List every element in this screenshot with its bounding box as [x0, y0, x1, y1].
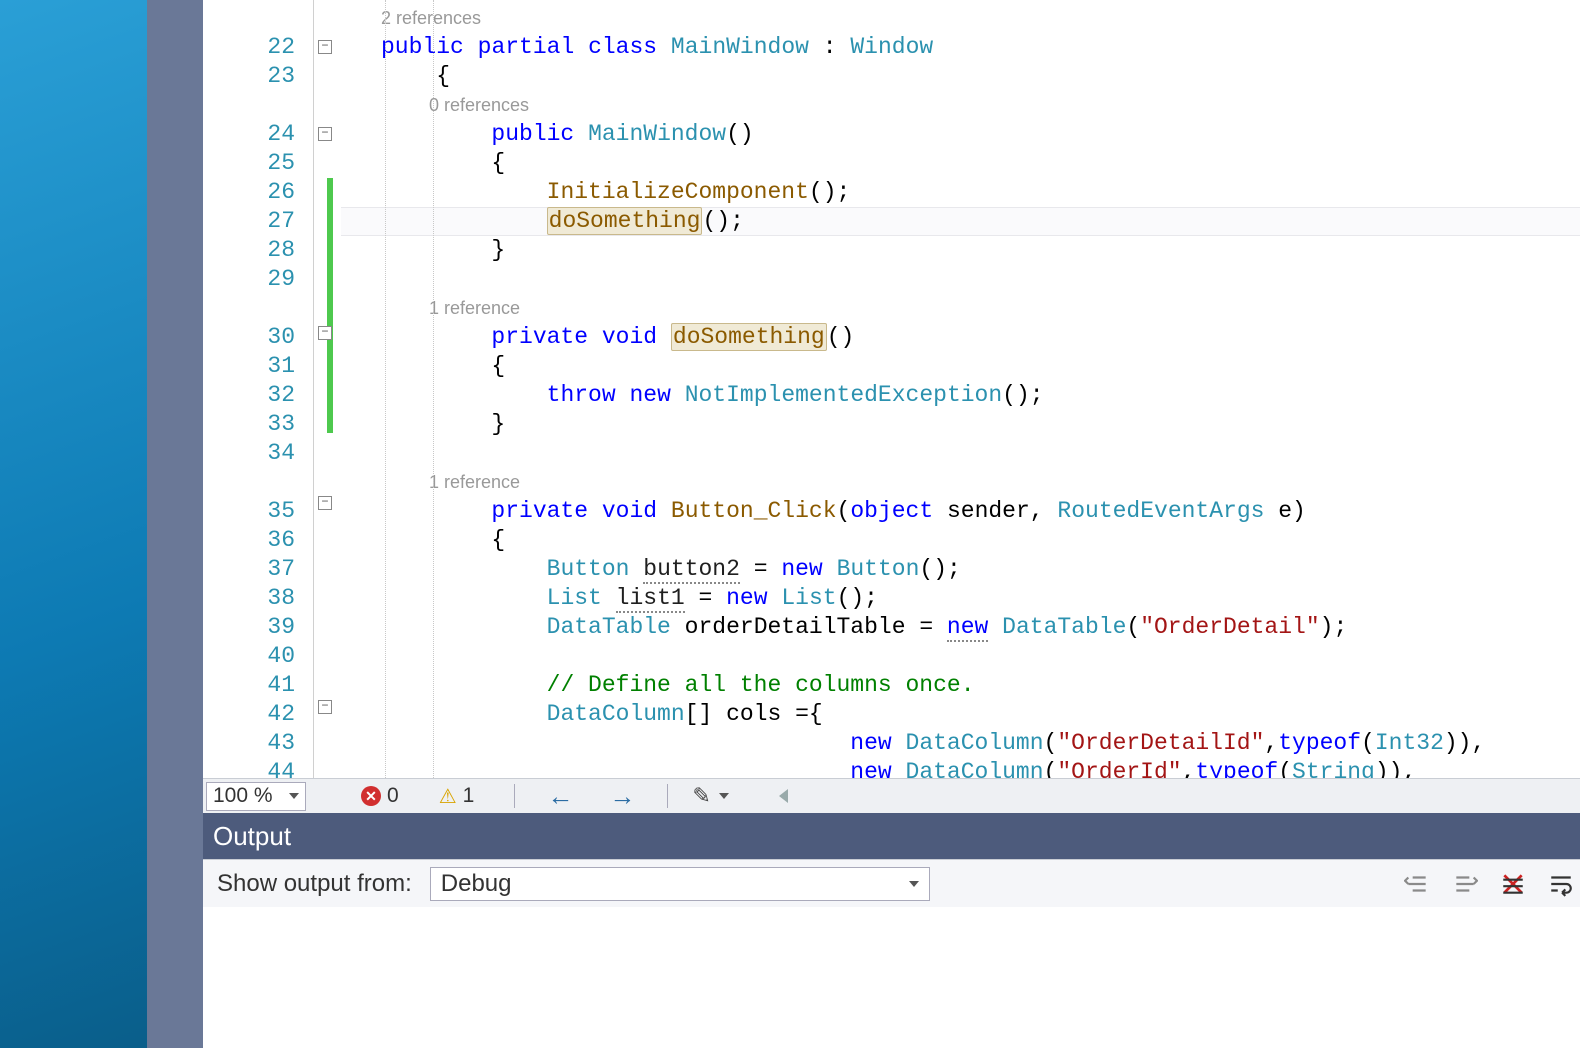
- output-source-label: Show output from:: [217, 870, 412, 898]
- zoom-value: 100 %: [213, 784, 273, 808]
- zoom-combo[interactable]: 100 %: [206, 782, 306, 811]
- nav-forward-button[interactable]: →: [609, 781, 635, 812]
- output-panel-header[interactable]: Output: [203, 813, 1580, 859]
- fold-toggle[interactable]: −: [318, 496, 332, 510]
- codelens-references[interactable]: 1 reference: [341, 294, 1580, 323]
- output-title: Output: [213, 821, 291, 852]
- window-border: [147, 0, 203, 1048]
- chevron-down-icon: [289, 793, 299, 799]
- line-number-gutter: 22 23 24 25 26 27 28 29 30 31 32 33 34 3…: [203, 0, 313, 778]
- chevron-down-icon[interactable]: [719, 793, 729, 799]
- outlining-margin[interactable]: − − − − −: [313, 0, 341, 778]
- scroll-left-icon[interactable]: [779, 789, 788, 803]
- codelens-references[interactable]: 2 references: [341, 4, 1580, 33]
- code-line: public partial class MainWindow : Window: [341, 33, 1580, 62]
- output-toolbar: Show output from: Debug: [203, 859, 1580, 907]
- editor-status-bar: 100 % ✕ 0 ⚠ 1 ← → ✎: [203, 778, 1580, 813]
- output-source-value: Debug: [441, 870, 512, 898]
- clear-all-icon[interactable]: [1494, 867, 1532, 901]
- word-wrap-icon[interactable]: [1542, 867, 1580, 901]
- fold-toggle[interactable]: −: [318, 326, 332, 340]
- indent-increase-icon: [1446, 867, 1484, 901]
- symbol-highlight: doSomething: [671, 323, 827, 351]
- desktop-background: [0, 0, 147, 1048]
- code-editor[interactable]: 22 23 24 25 26 27 28 29 30 31 32 33 34 3…: [203, 0, 1580, 778]
- fold-toggle[interactable]: −: [318, 127, 332, 141]
- code-text-area[interactable]: 2 references public partial class MainWi…: [341, 0, 1580, 778]
- output-source-combo[interactable]: Debug: [430, 867, 930, 901]
- fold-toggle[interactable]: −: [318, 700, 332, 714]
- chevron-down-icon: [909, 881, 919, 887]
- codelens-references[interactable]: 0 references: [341, 91, 1580, 120]
- nav-back-button[interactable]: ←: [547, 781, 573, 812]
- fold-toggle[interactable]: −: [318, 40, 332, 54]
- highlight-icon[interactable]: ✎: [692, 783, 710, 809]
- error-icon[interactable]: ✕: [361, 786, 381, 806]
- warning-count: 1: [463, 784, 475, 808]
- codelens-references[interactable]: 1 reference: [341, 468, 1580, 497]
- error-count: 0: [387, 784, 399, 808]
- warning-icon[interactable]: ⚠: [439, 784, 457, 809]
- symbol-highlight: doSomething: [547, 207, 703, 235]
- indent-decrease-icon: [1398, 867, 1436, 901]
